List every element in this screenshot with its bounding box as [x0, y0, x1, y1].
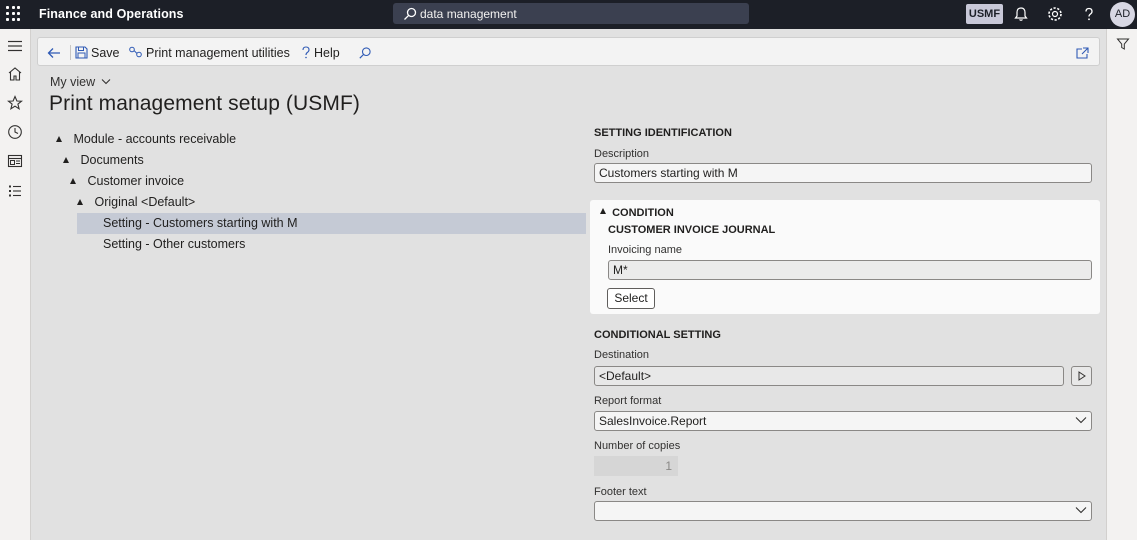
expand-triangle-icon[interactable]	[70, 178, 76, 184]
company-picker[interactable]: USMF	[966, 4, 1003, 24]
gear-icon[interactable]	[1046, 5, 1064, 23]
save-button[interactable]: Save	[74, 38, 120, 67]
help-icon[interactable]	[1080, 5, 1098, 23]
global-search-box[interactable]: data management	[393, 3, 749, 24]
save-icon	[75, 46, 88, 59]
report-format-label: Report format	[594, 395, 662, 407]
popout-icon	[1076, 46, 1089, 59]
number-of-copies-field: 1	[594, 456, 678, 476]
filter-icon[interactable]	[1116, 37, 1130, 51]
tree-node-module[interactable]: Module - accounts receivable	[56, 129, 586, 150]
find-button[interactable]	[358, 38, 374, 67]
view-selector[interactable]: My view	[50, 75, 111, 89]
destination-details-button[interactable]	[1071, 366, 1092, 386]
condition-panel: CONDITION CUSTOMER INVOICE JOURNAL Invoi…	[590, 200, 1100, 314]
search-icon	[359, 46, 371, 59]
back-button[interactable]	[46, 38, 64, 67]
condition-heading: CONDITION	[612, 207, 674, 219]
invoicing-name-label: Invoicing name	[608, 244, 682, 256]
hamburger-icon[interactable]	[6, 37, 24, 55]
left-navigation-pane	[0, 29, 31, 540]
action-pane: Save Print management utilities Help	[37, 37, 1100, 66]
save-label: Save	[91, 45, 120, 60]
home-icon[interactable]	[6, 65, 24, 83]
search-icon	[404, 7, 417, 20]
link-nodes-icon	[129, 46, 142, 58]
tree-node-label: Original <Default>	[94, 195, 196, 209]
filter-rail	[1106, 29, 1137, 540]
tree-node-documents[interactable]: Documents	[63, 150, 586, 171]
footer-text-label: Footer text	[594, 486, 647, 498]
report-format-value: SalesInvoice.Report	[599, 414, 707, 428]
tree-node-label: Setting - Other customers	[103, 237, 246, 251]
back-arrow-icon	[47, 47, 60, 58]
tree-node-setting-customers-m[interactable]: Setting - Customers starting with M	[77, 213, 586, 234]
workspace-icon[interactable]	[6, 152, 24, 170]
main-content: Save Print management utilities Help My …	[31, 29, 1106, 540]
page-title: Print management setup (USMF)	[49, 92, 361, 115]
question-icon	[302, 46, 310, 59]
tree-node-label: Customer invoice	[87, 174, 185, 188]
help-label: Help	[314, 45, 340, 60]
section-heading-setting-identification: SETTING IDENTIFICATION	[594, 127, 732, 139]
description-label: Description	[594, 148, 650, 160]
help-button[interactable]: Help	[300, 38, 340, 67]
print-management-utilities-button[interactable]: Print management utilities	[128, 38, 290, 67]
print-management-utilities-label: Print management utilities	[146, 45, 290, 60]
chevron-down-icon	[1075, 507, 1087, 514]
footer-text-dropdown[interactable]	[594, 501, 1092, 521]
section-heading-conditional-setting: CONDITIONAL SETTING	[594, 329, 721, 341]
invoicing-name-field[interactable]: M*	[608, 260, 1092, 280]
tree-node-label: Setting - Customers starting with M	[103, 216, 298, 230]
description-field[interactable]: Customers starting with M	[594, 163, 1092, 183]
clock-icon[interactable]	[6, 123, 24, 141]
select-button[interactable]: Select	[607, 288, 655, 309]
divider	[70, 45, 71, 60]
top-nav-bar: Finance and Operations data management U…	[0, 0, 1137, 29]
condition-header[interactable]: CONDITION	[600, 207, 674, 219]
expand-triangle-icon[interactable]	[63, 157, 69, 163]
number-of-copies-label: Number of copies	[594, 440, 681, 452]
avatar[interactable]: AD	[1110, 2, 1135, 27]
open-in-new-window-button[interactable]	[1075, 38, 1092, 67]
tree-node-original-default[interactable]: Original <Default>	[77, 192, 586, 213]
list-icon[interactable]	[6, 182, 24, 200]
report-format-dropdown[interactable]: SalesInvoice.Report	[594, 411, 1092, 431]
tree-node-customer-invoice[interactable]: Customer invoice	[70, 171, 586, 192]
collapse-triangle-icon[interactable]	[600, 208, 606, 214]
bell-icon[interactable]	[1012, 5, 1030, 23]
tree-node-label: Documents	[80, 153, 144, 167]
search-input[interactable]: data management	[420, 7, 517, 21]
chevron-down-icon	[1075, 417, 1087, 424]
waffle-icon[interactable]	[6, 6, 22, 22]
destination-field[interactable]: <Default>	[594, 366, 1064, 386]
star-icon[interactable]	[6, 94, 24, 112]
view-label: My view	[50, 75, 96, 89]
tree-node-setting-other-customers[interactable]: Setting - Other customers	[77, 234, 586, 255]
chevron-down-icon	[101, 79, 111, 85]
tree-node-label: Module - accounts receivable	[73, 132, 237, 146]
destination-label: Destination	[594, 349, 650, 361]
expand-triangle-icon[interactable]	[56, 136, 62, 142]
expand-triangle-icon[interactable]	[77, 199, 83, 205]
customer-invoice-journal-heading: CUSTOMER INVOICE JOURNAL	[608, 224, 776, 236]
app-title[interactable]: Finance and Operations	[39, 7, 184, 21]
play-triangle-icon	[1078, 371, 1086, 381]
